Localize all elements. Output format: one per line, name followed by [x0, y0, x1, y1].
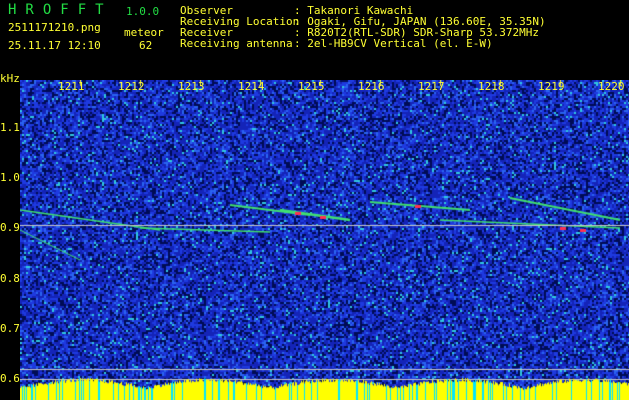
x-tick-label: 1213	[178, 80, 205, 93]
app-version: 1.0.0	[126, 5, 160, 18]
x-tick-label: 1211	[58, 80, 85, 93]
x-tick-label: 1215	[298, 80, 325, 93]
y-axis-label: kHz	[0, 72, 20, 85]
x-tick-label: 1220	[598, 80, 625, 93]
x-tick-label: 1217	[418, 80, 445, 93]
meteor-count: 62	[139, 39, 153, 52]
info-label: Receiving antenna	[180, 37, 293, 50]
app-logo: HROFFT	[8, 2, 113, 18]
file-datetime: 25.11.17 12:10	[8, 39, 101, 52]
meteor-label: meteor	[124, 26, 164, 39]
file-name: 2511171210.png	[8, 21, 101, 34]
y-tick-label: 1.1	[0, 121, 20, 134]
x-tick-label: 1216	[358, 80, 385, 93]
x-tick-label: 1214	[238, 80, 265, 93]
x-tick-label: 1219	[538, 80, 565, 93]
y-tick-label: 1.0	[0, 171, 20, 185]
info-value: : 2el-HB9CV Vertical (el. E-W)	[294, 37, 493, 50]
y-tick-label: 0.6	[0, 372, 20, 385]
y-tick-label: 0.7	[0, 321, 20, 335]
spectrogram	[20, 80, 629, 400]
x-tick-label: 1218	[478, 80, 505, 93]
y-tick-label: 0.9	[0, 221, 20, 235]
x-tick-label: 1212	[118, 80, 145, 93]
y-tick-label: 0.8	[0, 271, 20, 285]
